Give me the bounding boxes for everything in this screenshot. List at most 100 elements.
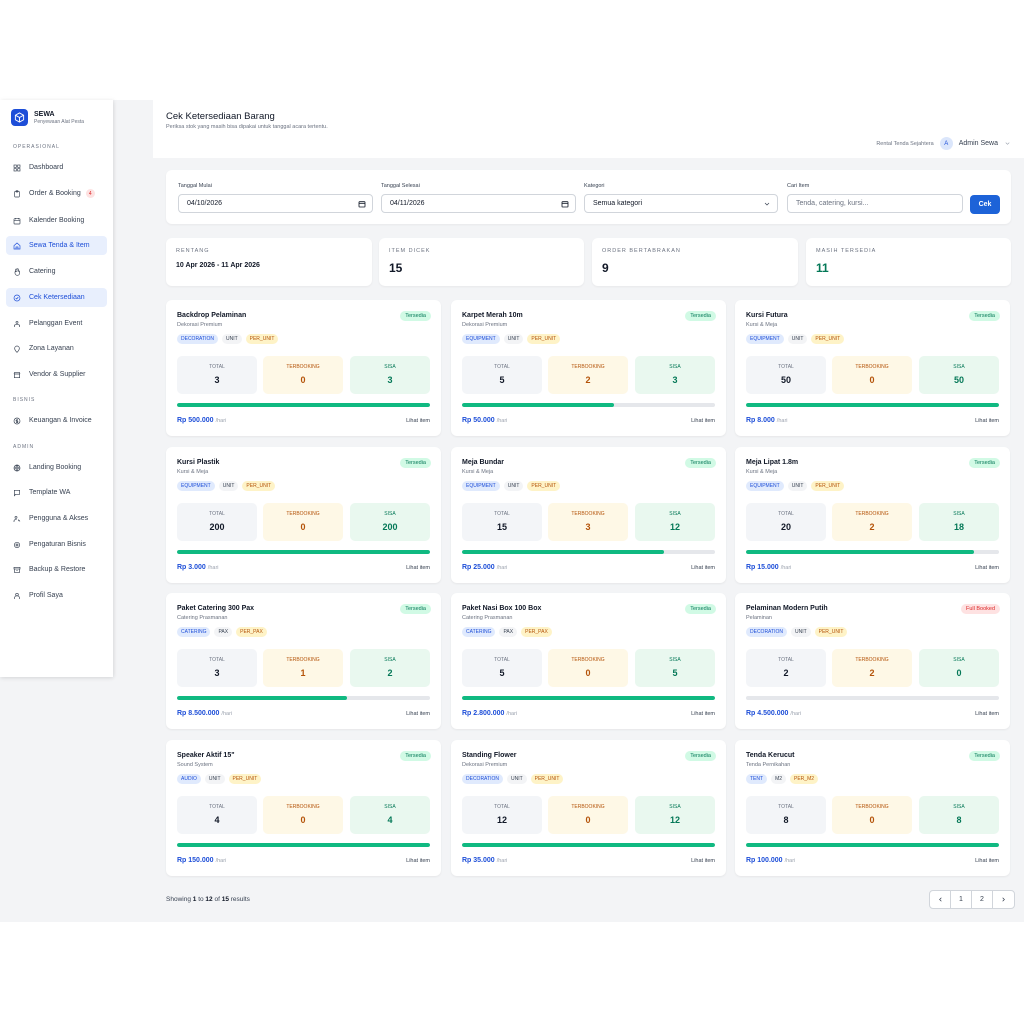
status-badge: Tersedia — [969, 751, 1000, 761]
page-1-button[interactable]: 1 — [951, 891, 972, 908]
app-root: SEWA Penyewaan Alat Pesta OPERASIONAL Da… — [0, 100, 1024, 922]
sidebar-item-pengguna-akses[interactable]: Pengguna & Akses — [6, 509, 107, 528]
total-box: TOTAL 5 — [462, 649, 542, 687]
sidebar-item-keuangan-invoice[interactable]: Keuangan & Invoice — [6, 411, 107, 430]
sidebar-item-label: Backup & Restore — [29, 566, 86, 573]
booked-box: TERBOOKING 0 — [832, 796, 912, 834]
view-item-link[interactable]: Lihat item — [406, 418, 430, 424]
sidebar-item-label: Profil Saya — [29, 592, 63, 599]
view-item-link[interactable]: Lihat item — [691, 418, 715, 424]
sidebar-item-vendor-supplier[interactable]: Vendor & Supplier — [6, 365, 107, 384]
end-date-label: Tanggal Selesai — [381, 183, 420, 189]
user-menu[interactable]: Rental Tenda Sejahtera A Admin Sewa — [876, 137, 1011, 150]
item-category: Catering Prasmanan — [177, 615, 228, 621]
page-2-button[interactable]: 2 — [972, 891, 993, 908]
availability-bar — [746, 550, 999, 554]
pagination: 1 2 — [929, 890, 1015, 909]
sidebar-item-pelanggan-event[interactable]: Pelanggan Event — [6, 314, 107, 333]
remaining-box: SISA 3 — [350, 356, 430, 394]
item-tag: DECORATION — [746, 627, 787, 637]
start-date-label: Tanggal Mulai — [178, 183, 212, 189]
item-name: Backdrop Pelaminan — [177, 312, 247, 319]
item-price: Rp 2.800.000/hari — [462, 710, 517, 717]
price-unit: /hari — [215, 418, 227, 424]
item-tags: CATERING PAX PER_PAX — [177, 627, 271, 637]
status-badge: Tersedia — [969, 311, 1000, 321]
view-item-link[interactable]: Lihat item — [691, 565, 715, 571]
view-item-link[interactable]: Lihat item — [975, 711, 999, 717]
remaining-value: 18 — [953, 522, 964, 532]
status-badge: Full Booked — [960, 604, 1000, 614]
price-unit: /hari — [780, 565, 792, 571]
item-name: Speaker Aktif 15" — [177, 752, 235, 759]
calendar-icon[interactable] — [358, 200, 366, 208]
availability-bar — [177, 403, 430, 407]
sidebar-item-label: Pengguna & Akses — [29, 515, 89, 522]
sidebar-item-cek-ketersediaan[interactable]: Cek Ketersediaan — [6, 288, 107, 307]
chevron-down-icon — [1005, 142, 1010, 145]
sidebar-item-order-booking[interactable]: Order & Booking 4 — [6, 184, 107, 203]
next-page-button[interactable] — [993, 891, 1014, 908]
remaining-label: SISA — [669, 511, 681, 517]
stat-range: RENTANG 10 Apr 2026 - 11 Apr 2026 — [166, 238, 372, 286]
view-item-link[interactable]: Lihat item — [975, 418, 999, 424]
prev-page-button[interactable] — [930, 891, 951, 908]
item-tag: PER_UNIT — [245, 334, 279, 344]
search-input[interactable]: Tenda, catering, kursi... — [787, 194, 963, 213]
sidebar-item-template-wa[interactable]: Template WA — [6, 483, 107, 502]
sidebar-item-landing-booking[interactable]: Landing Booking — [6, 458, 107, 477]
item-name: Meja Lipat 1.8m — [746, 459, 799, 466]
sidebar-item-label: Pelanggan Event — [29, 320, 83, 327]
booked-label: TERBOOKING — [855, 511, 889, 517]
sidebar-item-dashboard[interactable]: Dashboard — [6, 158, 107, 177]
item-tag: UNIT — [503, 481, 524, 491]
remaining-box: SISA 3 — [635, 356, 715, 394]
sidebar-item-profil-saya[interactable]: Profil Saya — [6, 586, 107, 605]
view-item-link[interactable]: Lihat item — [406, 711, 430, 717]
item-tags: EQUIPMENT UNIT PER_UNIT — [462, 334, 564, 344]
start-date-input[interactable]: 04/10/2026 — [178, 194, 373, 213]
price-value: Rp 4.500.000 — [746, 710, 789, 717]
availability-bar — [746, 696, 999, 700]
item-card: Kursi Futura Kursi & Meja Tersedia EQUIP… — [735, 300, 1010, 436]
item-tag: EQUIPMENT — [177, 481, 215, 491]
category-select[interactable]: Semua kategori — [584, 194, 778, 213]
check-button[interactable]: Cek — [970, 195, 1000, 214]
user-name: Admin Sewa — [958, 140, 998, 147]
sidebar-item-kalender-booking[interactable]: Kalender Booking — [6, 211, 107, 230]
remaining-label: SISA — [953, 657, 965, 663]
stat-value: 9 — [602, 261, 609, 275]
sidebar-item-label: Dashboard — [29, 164, 64, 171]
remaining-label: SISA — [953, 804, 965, 810]
status-badge: Tersedia — [685, 751, 716, 761]
remaining-box: SISA 2 — [350, 649, 430, 687]
booked-value: 2 — [869, 668, 875, 678]
view-item-link[interactable]: Lihat item — [691, 858, 715, 864]
item-tag: PER_UNIT — [811, 334, 845, 344]
sidebar-item-pengaturan-bisnis[interactable]: Pengaturan Bisnis — [6, 535, 107, 554]
sidebar-item-zona-layanan[interactable]: Zona Layanan — [6, 339, 107, 358]
total-box: TOTAL 8 — [746, 796, 826, 834]
price-value: Rp 2.800.000 — [462, 710, 505, 717]
booked-value: 0 — [585, 668, 591, 678]
brand[interactable]: SEWA Penyewaan Alat Pesta — [11, 109, 84, 126]
view-item-link[interactable]: Lihat item — [406, 565, 430, 571]
booked-box: TERBOOKING 2 — [832, 503, 912, 541]
view-item-link[interactable]: Lihat item — [975, 858, 999, 864]
view-item-link[interactable]: Lihat item — [691, 711, 715, 717]
price-value: Rp 15.000 — [746, 564, 779, 571]
end-date-input[interactable]: 04/11/2026 — [381, 194, 576, 213]
calendar-icon[interactable] — [561, 200, 569, 208]
remaining-value: 2 — [387, 668, 393, 678]
item-tag: TENT — [746, 774, 768, 784]
price-unit: /hari — [496, 565, 508, 571]
availability-fill — [746, 843, 999, 847]
booked-box: TERBOOKING 0 — [263, 356, 343, 394]
remaining-label: SISA — [953, 364, 965, 370]
end-date-value: 04/11/2026 — [390, 200, 425, 207]
sidebar-item-catering[interactable]: Catering — [6, 262, 107, 281]
view-item-link[interactable]: Lihat item — [975, 565, 999, 571]
sidebar-item-backup-restore[interactable]: Backup & Restore — [6, 560, 107, 579]
sidebar-item-sewa-tenda[interactable]: Sewa Tenda & Item — [6, 236, 107, 255]
view-item-link[interactable]: Lihat item — [406, 858, 430, 864]
